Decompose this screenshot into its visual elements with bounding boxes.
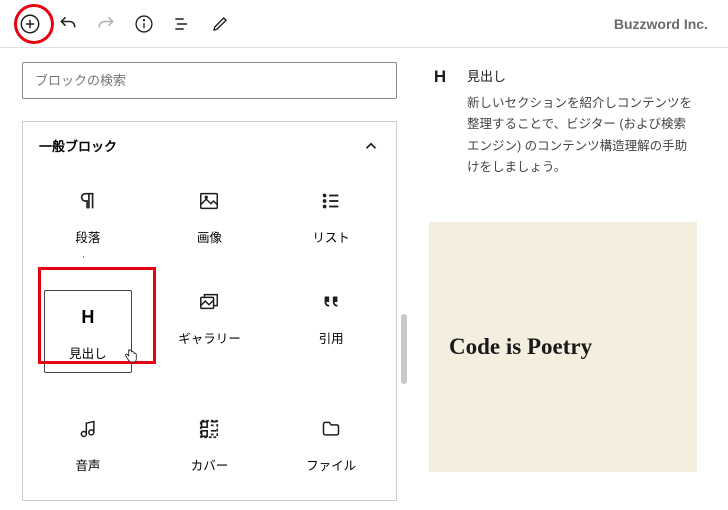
edit-button[interactable]: [202, 6, 238, 42]
block-paragraph[interactable]: 段落: [27, 179, 149, 254]
block-file[interactable]: ファイル: [270, 407, 392, 482]
block-cover[interactable]: カバー: [149, 407, 271, 482]
block-category: 一般ブロック 段落 画像: [22, 121, 397, 501]
block-label: カバー: [191, 455, 229, 474]
search-input[interactable]: [22, 62, 397, 99]
add-block-button[interactable]: [12, 6, 48, 42]
outline-button[interactable]: [164, 6, 200, 42]
block-label: 画像: [197, 227, 222, 246]
info-button[interactable]: [126, 6, 162, 42]
gallery-icon: [197, 290, 221, 314]
quote-icon: [319, 290, 343, 314]
pencil-icon: [211, 15, 229, 33]
audio-icon: [76, 417, 100, 441]
block-label: リスト: [312, 227, 350, 246]
block-label: ファイル: [306, 455, 356, 474]
undo-icon: [58, 14, 78, 34]
info-title: 見出し: [467, 66, 697, 85]
category-toggle[interactable]: 一般ブロック: [23, 122, 396, 169]
category-title: 一般ブロック: [39, 136, 117, 155]
block-label: 引用: [319, 328, 344, 347]
block-audio[interactable]: 音声: [27, 407, 149, 482]
heading-icon: H: [76, 305, 100, 329]
image-icon: [197, 189, 221, 213]
info-description: 新しいセクションを紹介しコンテンツを整理することで、ビジター (および検索エンジ…: [467, 93, 697, 178]
block-label: 段落: [75, 227, 100, 246]
block-image[interactable]: 画像: [149, 179, 271, 254]
block-inserter-panel: 一般ブロック 段落 画像: [0, 48, 415, 510]
block-label: 音声: [75, 455, 100, 474]
block-heading[interactable]: H 見出し: [27, 280, 149, 381]
redo-icon: [96, 14, 116, 34]
preview-heading: Code is Poetry: [449, 334, 592, 360]
block-info-panel: H 見出し 新しいセクションを紹介しコンテンツを整理することで、ビジター (およ…: [415, 48, 728, 510]
block-label: ギャラリー: [178, 328, 241, 347]
list-outline-icon: [172, 14, 192, 34]
block-label: 見出し: [69, 343, 107, 362]
undo-button[interactable]: [50, 6, 86, 42]
block-preview: Code is Poetry: [429, 222, 697, 472]
brand-label: Buzzword Inc.: [614, 16, 716, 32]
info-icon: [134, 14, 154, 34]
list-icon: [319, 189, 343, 213]
block-gallery[interactable]: ギャラリー: [149, 280, 271, 381]
block-list[interactable]: リスト: [270, 179, 392, 254]
top-toolbar: Buzzword Inc.: [0, 0, 728, 48]
plus-circle-icon: [19, 13, 41, 35]
block-quote[interactable]: 引用: [270, 280, 392, 381]
scrollbar-thumb[interactable]: [401, 314, 407, 384]
redo-button[interactable]: [88, 6, 124, 42]
file-icon: [319, 417, 343, 441]
heading-icon: H: [429, 66, 451, 88]
chevron-up-icon: [362, 137, 380, 155]
cover-icon: [197, 417, 221, 441]
paragraph-icon: [76, 189, 100, 213]
